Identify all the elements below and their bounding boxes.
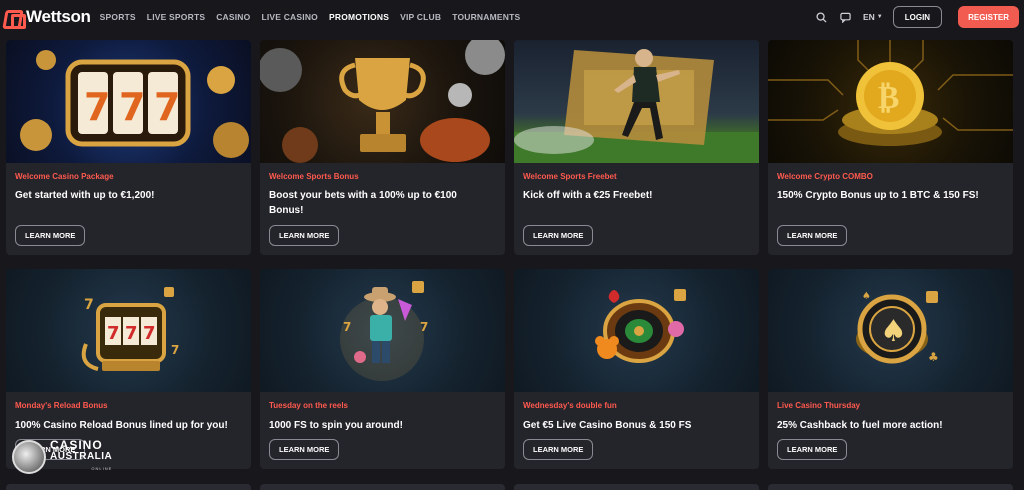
svg-text:₿: ₿ — [878, 78, 899, 116]
nav-casino[interactable]: CASINO — [216, 12, 250, 22]
top-navigation-bar: Wettson SPORTS LIVE SPORTS CASINO LIVE C… — [0, 0, 1024, 34]
promo-tag: Welcome Sports Freebet — [523, 172, 617, 181]
nav-sports[interactable]: SPORTS — [100, 12, 136, 22]
register-button[interactable]: REGISTER — [958, 6, 1019, 28]
language-selector[interactable]: EN ▼ — [863, 12, 883, 22]
promo-card[interactable]: ₿ Welcome Crypto COMBO 150% Crypto Bonus… — [768, 40, 1013, 255]
svg-text:7: 7 — [143, 323, 156, 344]
svg-text:7: 7 — [420, 320, 428, 334]
promo-image-footballer — [514, 40, 759, 163]
watermark-line-2: AUSTRALIA — [50, 451, 113, 462]
promo-tag: Welcome Crypto COMBO — [777, 172, 873, 181]
learn-more-button[interactable]: LEARN MORE — [777, 225, 848, 246]
chevron-down-icon: ▼ — [876, 14, 883, 20]
watermark-badge-icon — [12, 440, 46, 474]
promo-image-cowboy: 7 7 — [260, 269, 505, 392]
nav-promotions[interactable]: PROMOTIONS — [329, 12, 389, 22]
svg-text:7: 7 — [119, 85, 145, 129]
svg-text:7: 7 — [84, 297, 94, 313]
main-nav: SPORTS LIVE SPORTS CASINO LIVE CASINO PR… — [100, 12, 521, 22]
next-row-card-edge — [260, 484, 505, 490]
brand-logo[interactable]: Wettson — [4, 7, 91, 29]
header-actions: EN ▼ LOGIN REGISTER — [815, 6, 1019, 28]
svg-text:7: 7 — [84, 85, 110, 129]
promo-card[interactable]: 7 7 7 Welcome Casino Package Get started… — [6, 40, 251, 255]
nav-live-sports[interactable]: LIVE SPORTS — [147, 12, 205, 22]
promo-image-poker-chip: ♠ ♣ ♠ — [768, 269, 1013, 392]
promo-image-roulette — [514, 269, 759, 392]
promo-tag: Monday's Reload Bonus — [15, 401, 108, 410]
chat-icon[interactable] — [839, 10, 853, 24]
promo-tag: Live Casino Thursday — [777, 401, 861, 410]
promo-title: Get started with up to €1,200! — [15, 190, 155, 201]
svg-text:7: 7 — [125, 323, 138, 344]
promo-image-slot-777: 7 7 7 — [6, 40, 251, 163]
promo-title: Kick off with a €25 Freebet! — [523, 190, 653, 201]
nav-live-casino[interactable]: LIVE CASINO — [261, 12, 318, 22]
promo-image-trophy — [260, 40, 505, 163]
promo-card[interactable]: 7 7 Tuesday on the reels 1000 FS to spin… — [260, 269, 505, 469]
learn-more-button[interactable]: LEARN MORE — [15, 225, 86, 246]
svg-text:7: 7 — [107, 323, 120, 344]
promo-title: 100% Casino Reload Bonus lined up for yo… — [15, 420, 228, 431]
promo-title: Get €5 Live Casino Bonus & 150 FS — [523, 420, 692, 431]
language-label: EN — [862, 12, 875, 22]
promo-tag: Welcome Casino Package — [15, 172, 114, 181]
watermark-line-1: CASINO — [50, 438, 103, 452]
promo-tag: Wednesday's double fun — [523, 401, 617, 410]
promo-title: 25% Cashback to fuel more action! — [777, 420, 943, 431]
learn-more-button[interactable]: LEARN MORE — [269, 439, 340, 460]
brand-name: Wettson — [26, 7, 91, 26]
promo-title: Boost your bets with a 100% up to €100 B… — [269, 190, 457, 216]
promo-tag: Tuesday on the reels — [269, 401, 348, 410]
nav-tournaments[interactable]: TOURNAMENTS — [452, 12, 520, 22]
next-row-card-edge — [6, 484, 251, 490]
wettson-logo-icon — [4, 9, 26, 29]
promo-image-bitcoin: ₿ — [768, 40, 1013, 163]
search-icon[interactable] — [815, 10, 829, 24]
svg-text:7: 7 — [343, 320, 351, 334]
promo-card[interactable]: Wednesday's double fun Get €5 Live Casin… — [514, 269, 759, 469]
promo-title: 1000 FS to spin you around! — [269, 420, 403, 431]
watermark-text: CASINO AUSTRALIA ONLINE — [50, 439, 112, 475]
next-row-card-edge — [768, 484, 1013, 490]
svg-text:♠: ♠ — [880, 314, 907, 349]
promo-title: 150% Crypto Bonus up to 1 BTC & 150 FS! — [777, 190, 979, 201]
learn-more-button[interactable]: LEARN MORE — [269, 225, 340, 246]
learn-more-button[interactable]: LEARN MORE — [777, 439, 848, 460]
svg-text:♣: ♣ — [928, 350, 939, 364]
login-button[interactable]: LOGIN — [892, 6, 943, 28]
promo-card[interactable]: ♠ ♣ ♠ Live Casino Thursday 25% Cashback … — [768, 269, 1013, 469]
nav-vip-club[interactable]: VIP CLUB — [400, 12, 441, 22]
promo-card[interactable]: Welcome Sports Freebet Kick off with a €… — [514, 40, 759, 255]
svg-text:7: 7 — [171, 343, 179, 357]
svg-text:7: 7 — [154, 85, 180, 129]
learn-more-button[interactable]: LEARN MORE — [523, 439, 594, 460]
promo-image-slot-machine: 7 7 7 7 7 — [6, 269, 251, 392]
promo-card[interactable]: Welcome Sports Bonus Boost your bets wit… — [260, 40, 505, 255]
promo-tag: Welcome Sports Bonus — [269, 172, 359, 181]
watermark-overlay: CASINO AUSTRALIA ONLINE — [12, 436, 142, 478]
learn-more-button[interactable]: LEARN MORE — [523, 225, 594, 246]
svg-text:♠: ♠ — [862, 291, 871, 302]
next-row-card-edge — [514, 484, 759, 490]
watermark-line-3: ONLINE — [91, 466, 113, 471]
